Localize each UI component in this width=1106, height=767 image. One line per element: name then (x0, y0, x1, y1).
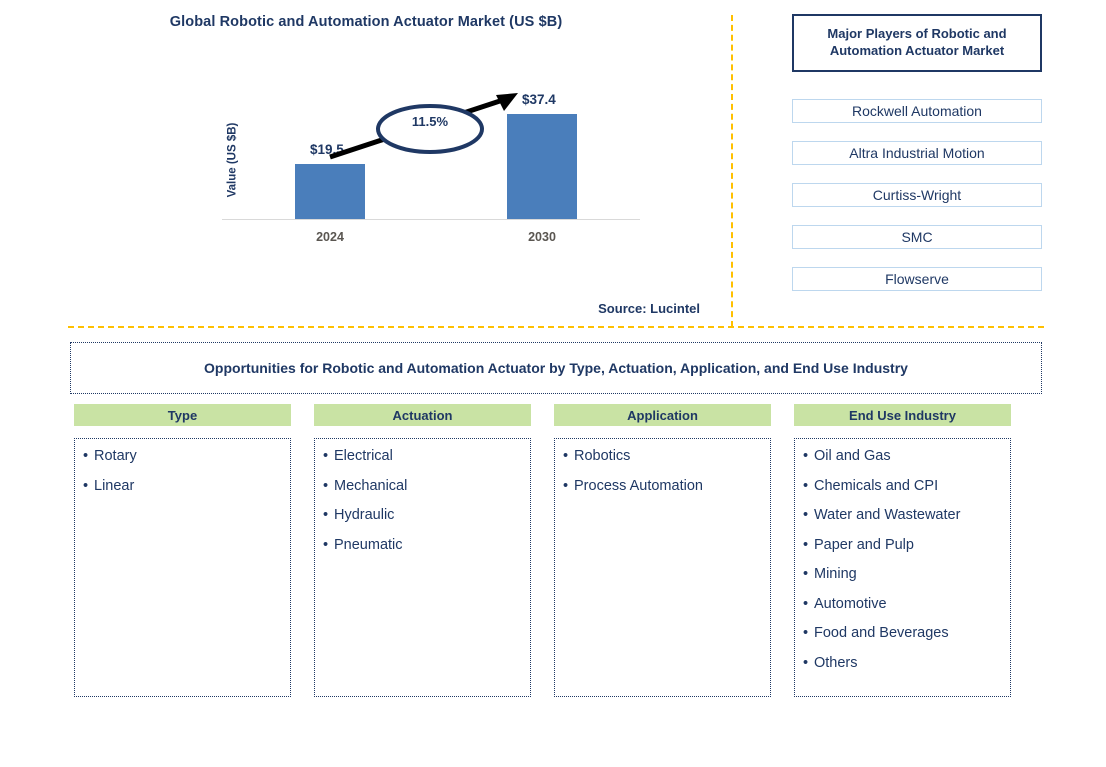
x-tick-label-2030: 2030 (528, 230, 556, 244)
bullet-icon: • (83, 477, 89, 494)
bullet-icon: • (803, 477, 809, 494)
y-axis-label: Value (US $B) (222, 100, 242, 220)
bullet-icon: • (803, 448, 809, 464)
player-item[interactable]: SMC (792, 225, 1042, 249)
bullet-icon: • (803, 507, 809, 523)
bullet-icon: • (803, 536, 809, 553)
column-header-type: Type (74, 404, 291, 426)
list-item: • Food and Beverages (803, 626, 1002, 641)
list-item: • Others (803, 654, 1002, 671)
list-item-label: Oil and Gas (814, 448, 891, 464)
list-item: • Mining (803, 567, 1002, 582)
bar-2024 (295, 164, 365, 219)
opportunity-column-type: Type • Rotary • Linear (74, 404, 291, 697)
list-item-label: Others (814, 654, 858, 671)
bullet-icon: • (563, 477, 569, 494)
y-axis-label-text: Value (US $B) (226, 122, 238, 198)
list-item: • Automotive (803, 595, 1002, 612)
market-chart-panel: Global Robotic and Automation Actuator M… (0, 0, 732, 327)
player-item[interactable]: Altra Industrial Motion (792, 141, 1042, 165)
column-body-type: • Rotary • Linear (74, 438, 291, 697)
bullet-icon: • (803, 595, 809, 612)
list-item-label: Water and Wastewater (814, 507, 961, 523)
list-item-label: Food and Beverages (814, 625, 949, 641)
bullet-icon: • (803, 654, 809, 671)
list-item-label: Robotics (574, 448, 631, 464)
list-item: • Mechanical (323, 477, 522, 494)
player-item[interactable]: Rockwell Automation (792, 99, 1042, 123)
list-item-label: Hydraulic (334, 507, 395, 523)
vertical-divider (731, 15, 733, 327)
column-header-actuation: Actuation (314, 404, 531, 426)
bullet-icon: • (803, 625, 809, 641)
list-item: • Process Automation (563, 477, 762, 494)
list-item-label: Mining (814, 566, 857, 582)
list-item-label: Automotive (814, 595, 887, 612)
list-item-label: Paper and Pulp (814, 536, 914, 553)
player-item[interactable]: Flowserve (792, 267, 1042, 291)
list-item: • Electrical (323, 449, 522, 464)
cagr-value-label: 11.5% (411, 114, 449, 129)
list-item: • Pneumatic (323, 536, 522, 553)
major-players-panel: Major Players of Robotic and Automation … (792, 14, 1042, 291)
column-body-actuation: • Electrical • Mechanical • Hydraulic • Pneu… (314, 438, 531, 697)
player-item[interactable]: Curtiss-Wright (792, 183, 1042, 207)
column-body-end-use-industry: • Oil and Gas • Chemicals and CPI • Water a… (794, 438, 1011, 697)
column-list-end-use-industry: • Oil and Gas • Chemicals and CPI • Water a… (803, 449, 1002, 670)
list-item: • Hydraulic (323, 508, 522, 523)
bullet-icon: • (323, 507, 329, 523)
opportunity-column-application: Application • Robotics • Process Automatio… (554, 404, 771, 697)
list-item: • Robotics (563, 449, 762, 464)
list-item-label: Pneumatic (334, 536, 403, 553)
column-list-actuation: • Electrical • Mechanical • Hydraulic • Pneu… (323, 449, 522, 552)
list-item-label: Electrical (334, 448, 393, 464)
column-header-application: Application (554, 404, 771, 426)
list-item: • Paper and Pulp (803, 536, 1002, 553)
list-item-label: Linear (94, 477, 135, 494)
source-label: Source: Lucintel (598, 301, 700, 316)
bullet-icon: • (563, 448, 569, 464)
major-players-title: Major Players of Robotic and Automation … (792, 14, 1042, 72)
list-item: • Linear (83, 477, 282, 494)
list-item: • Water and Wastewater (803, 508, 1002, 523)
x-tick-label-2024: 2024 (316, 230, 344, 244)
chart-title: Global Robotic and Automation Actuator M… (169, 14, 563, 30)
opportunities-columns: Type • Rotary • Linear Actuation • Electric… (74, 404, 1034, 697)
bullet-icon: • (323, 448, 329, 464)
column-body-application: • Robotics • Process Automation (554, 438, 771, 697)
bullet-icon: • (323, 536, 329, 553)
horizontal-divider (68, 326, 1044, 328)
opportunities-banner: Opportunities for Robotic and Automation… (70, 342, 1042, 394)
opportunity-column-end-use-industry: End Use Industry • Oil and Gas • Chemicals… (794, 404, 1011, 697)
bullet-icon: • (83, 448, 89, 464)
column-list-application: • Robotics • Process Automation (563, 449, 762, 493)
opportunity-column-actuation: Actuation • Electrical • Mechanical • Hydra… (314, 404, 531, 697)
major-players-list: Rockwell Automation Altra Industrial Mot… (792, 99, 1042, 291)
list-item-label: Chemicals and CPI (814, 477, 939, 494)
column-header-end-use-industry: End Use Industry (794, 404, 1011, 426)
bullet-icon: • (323, 477, 329, 494)
list-item: • Rotary (83, 449, 282, 464)
bullet-icon: • (803, 566, 809, 582)
list-item: • Chemicals and CPI (803, 477, 1002, 494)
column-list-type: • Rotary • Linear (83, 449, 282, 493)
list-item: • Oil and Gas (803, 449, 1002, 464)
list-item-label: Process Automation (574, 477, 703, 494)
x-axis-line (222, 219, 640, 220)
list-item-label: Rotary (94, 448, 137, 464)
list-item-label: Mechanical (334, 477, 408, 494)
